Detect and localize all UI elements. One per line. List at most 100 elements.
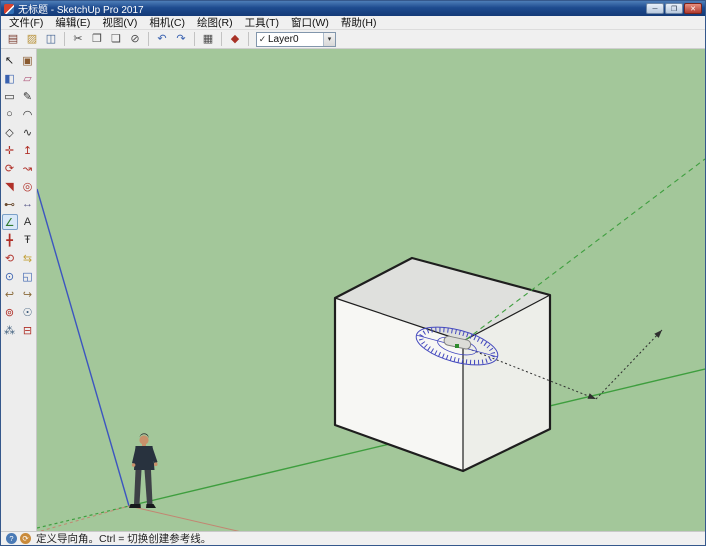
tool-zoom-extents[interactable]: ◱ xyxy=(20,268,36,284)
redo-button[interactable]: ↷ xyxy=(172,31,190,48)
tool-protractor[interactable]: ∠ xyxy=(1,214,18,230)
undo-button[interactable]: ↶ xyxy=(153,31,171,48)
tool-zoom[interactable]: ⊙ xyxy=(2,268,18,284)
follow-me-icon: ↝ xyxy=(22,162,33,175)
layer-dropdown[interactable]: ✓ Layer0 ▾ xyxy=(256,31,336,47)
tool-next[interactable]: ↪ xyxy=(20,286,36,302)
close-button[interactable]: ✕ xyxy=(684,3,702,14)
tool-walk[interactable]: ⁂ xyxy=(2,322,18,338)
tool-look-around[interactable]: ☉ xyxy=(20,304,36,320)
cut-button[interactable]: ✂ xyxy=(69,31,87,48)
menu-view[interactable]: 视图(V) xyxy=(96,16,143,30)
offset-icon: ◎ xyxy=(22,180,33,193)
tool-line[interactable]: ✎ xyxy=(20,88,36,104)
new-button[interactable]: ▤ xyxy=(4,31,22,48)
tool-orbit[interactable]: ⟲ xyxy=(2,250,18,266)
tool-circle[interactable]: ○ xyxy=(2,106,18,122)
model-scene xyxy=(37,49,705,531)
sketchup-window: 无标题 - SketchUp Pro 2017 ─ ❐ ✕ 文件(F) 编辑(E)… xyxy=(0,0,706,546)
toolbar-separator xyxy=(221,32,222,46)
axes-icon: ╋ xyxy=(6,234,13,247)
menu-edit[interactable]: 编辑(E) xyxy=(49,16,96,30)
tool-text[interactable]: A xyxy=(20,214,36,230)
window-title: 无标题 - SketchUp Pro 2017 xyxy=(18,5,144,16)
credits-icon[interactable]: ⟳ xyxy=(20,533,31,544)
menu-draw[interactable]: 绘图(R) xyxy=(191,16,239,30)
tool-select[interactable]: ↖ xyxy=(2,52,18,68)
copy-button[interactable]: ❐ xyxy=(88,31,106,48)
tool-scale[interactable]: ◥ xyxy=(2,178,18,194)
position-camera-icon: ⊚ xyxy=(4,306,15,319)
chevron-down-icon[interactable]: ▾ xyxy=(323,32,335,46)
minimize-button[interactable]: ─ xyxy=(646,3,664,14)
save-icon: ◫ xyxy=(45,32,57,45)
save-button[interactable]: ◫ xyxy=(42,31,60,48)
tool-rotate[interactable]: ⟳ xyxy=(2,160,18,176)
menu-bar: 文件(F) 编辑(E) 视图(V) 相机(C) 绘图(R) 工具(T) 窗口(W) 帮助(H) xyxy=(1,16,705,30)
redo-icon: ↷ xyxy=(176,32,186,45)
tool-3d-text[interactable]: Ŧ xyxy=(20,232,36,248)
paint-bucket-icon: ◧ xyxy=(4,72,15,85)
tool-rectangle[interactable]: ▭ xyxy=(2,88,18,104)
tool-eraser[interactable]: ▱ xyxy=(20,70,36,86)
main-area: ↖ ▣ ◧ ▱ ▭ ✎ ○ ◠ ◇ ∿ ✛ ↥ ⟳ ↝ ◥ ◎ ⊷ ↔ ∠ A ╋ Ŧ ⟲ ⇆ ⊙ ◱ ↩ ↪ ⊚ ☉ ⁂ ⊟ xyxy=(1,49,705,531)
menu-help[interactable]: 帮助(H) xyxy=(335,16,383,30)
toolbar-separator xyxy=(194,32,195,46)
paste-button[interactable]: ❏ xyxy=(107,31,125,48)
tool-paint-bucket[interactable]: ◧ xyxy=(2,70,18,86)
sketchup-logo-icon xyxy=(4,3,14,14)
tool-move[interactable]: ✛ xyxy=(2,142,18,158)
menu-camera[interactable]: 相机(C) xyxy=(143,16,191,30)
geolocation-icon[interactable]: ? xyxy=(6,533,17,544)
tool-tape-measure[interactable]: ⊷ xyxy=(2,196,18,212)
tool-push-pull[interactable]: ↥ xyxy=(20,142,36,158)
pan-icon: ⇆ xyxy=(22,252,33,265)
tape-measure-icon: ⊷ xyxy=(4,198,15,211)
maximize-button[interactable]: ❐ xyxy=(665,3,683,14)
orbit-icon: ⟲ xyxy=(4,252,15,265)
toolbar-separator xyxy=(148,32,149,46)
tool-make-component[interactable]: ▣ xyxy=(20,52,36,68)
tool-arc[interactable]: ◠ xyxy=(20,106,36,122)
zoom-extents-icon: ◱ xyxy=(22,270,33,283)
tool-offset[interactable]: ◎ xyxy=(20,178,36,194)
menu-tools[interactable]: 工具(T) xyxy=(239,16,285,30)
rectangle-icon: ▭ xyxy=(4,90,15,103)
copy-icon: ❐ xyxy=(92,32,102,45)
section-plane-icon: ⊟ xyxy=(22,324,33,337)
tool-section-plane[interactable]: ⊟ xyxy=(20,322,36,338)
menu-window[interactable]: 窗口(W) xyxy=(285,16,335,30)
model-info-button[interactable]: ◆ xyxy=(226,31,244,48)
drawing-canvas[interactable] xyxy=(37,49,705,531)
toolbar-separator xyxy=(64,32,65,46)
tool-dimension[interactable]: ↔ xyxy=(20,196,36,212)
tool-pan[interactable]: ⇆ xyxy=(20,250,36,266)
walk-icon: ⁂ xyxy=(4,324,15,337)
title-bar[interactable]: 无标题 - SketchUp Pro 2017 ─ ❐ ✕ xyxy=(1,1,705,16)
status-bar: ? ⟳ 定义导向角。Ctrl = 切换创建参考线。 xyxy=(1,531,705,545)
undo-icon: ↶ xyxy=(157,32,167,45)
select-icon: ↖ xyxy=(4,54,15,67)
next-icon: ↪ xyxy=(22,288,33,301)
status-message: 定义导向角。Ctrl = 切换创建参考线。 xyxy=(36,533,212,545)
erase-icon: ⊘ xyxy=(130,32,140,45)
print-button[interactable]: ▦ xyxy=(199,31,217,48)
tool-follow-me[interactable]: ↝ xyxy=(20,160,36,176)
circle-icon: ○ xyxy=(6,108,13,120)
tool-previous[interactable]: ↩ xyxy=(2,286,18,302)
tool-polygon[interactable]: ◇ xyxy=(2,124,18,140)
eraser-icon: ▱ xyxy=(23,72,32,85)
erase-button[interactable]: ⊘ xyxy=(126,31,144,48)
3d-text-icon: Ŧ xyxy=(24,234,31,246)
tool-position-camera[interactable]: ⊚ xyxy=(2,304,18,320)
toolbar: ▤ ▨ ◫ ✂ ❐ ❏ ⊘ ↶ ↷ ▦ ◆ ✓ Layer0 ▾ xyxy=(1,30,705,49)
status-icons: ? ⟳ xyxy=(6,533,31,544)
text-icon: A xyxy=(23,216,32,228)
polygon-icon: ◇ xyxy=(5,126,14,139)
tool-freehand[interactable]: ∿ xyxy=(20,124,36,140)
tool-palette: ↖ ▣ ◧ ▱ ▭ ✎ ○ ◠ ◇ ∿ ✛ ↥ ⟳ ↝ ◥ ◎ ⊷ ↔ ∠ A ╋ Ŧ ⟲ ⇆ ⊙ ◱ ↩ ↪ ⊚ ☉ ⁂ ⊟ xyxy=(1,49,37,531)
tool-axes[interactable]: ╋ xyxy=(2,232,18,248)
make-component-icon: ▣ xyxy=(22,54,33,67)
open-button[interactable]: ▨ xyxy=(23,31,41,48)
menu-file[interactable]: 文件(F) xyxy=(3,16,49,30)
